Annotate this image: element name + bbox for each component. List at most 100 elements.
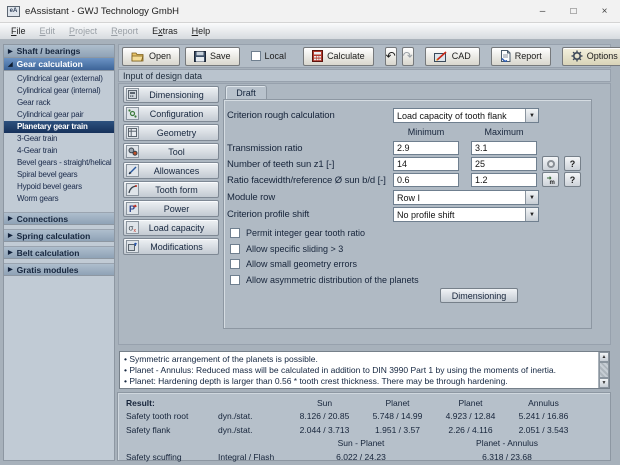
open-folder-icon xyxy=(131,52,144,61)
menu-extras[interactable]: Extras xyxy=(145,25,185,37)
menu-help[interactable]: Help xyxy=(185,25,218,37)
load-capacity-icon: σx xyxy=(126,221,139,234)
pair-col-sun-planet: Sun - Planet xyxy=(337,438,385,449)
permit-integer-ratio-checkbox[interactable] xyxy=(230,228,240,238)
criterion-rough-label: Criterion rough calculation xyxy=(227,110,335,121)
message-scrollbar[interactable]: ▲ ▼ xyxy=(598,352,609,388)
permit-integer-ratio-checkbox-row[interactable]: Permit integer gear tooth ratio xyxy=(230,228,365,238)
asymmetric-distribution-checkbox[interactable] xyxy=(230,275,240,285)
window-controls: – □ × xyxy=(527,0,620,22)
tooth-form-nav-button[interactable]: Tooth form xyxy=(123,181,219,198)
sidebar-item-hypoid-bevel-gears[interactable]: Hypoid bevel gears xyxy=(4,181,114,193)
undo-icon: ↶ xyxy=(385,49,396,63)
criterion-rough-select[interactable]: Load capacity of tooth flank ▼ xyxy=(393,108,539,123)
sidebar: ▶ Shaft / bearings ◢ Gear calculation Cy… xyxy=(3,44,115,461)
section-label: Gear calculation xyxy=(16,59,83,69)
dimensioning-icon xyxy=(126,88,139,101)
specific-sliding-checkbox-row[interactable]: Allow specific sliding > 3 xyxy=(230,244,343,254)
sidebar-item-3-gear-train[interactable]: 3-Gear train xyxy=(4,133,114,145)
sidebar-item-cylindrical-gear-external[interactable]: Cylindrical gear (external) xyxy=(4,73,114,85)
question-icon: ? xyxy=(569,158,576,169)
result-col-annulus: Annulus xyxy=(528,397,559,408)
teeth-sun-max-input[interactable] xyxy=(471,157,537,171)
scroll-up-icon[interactable]: ▲ xyxy=(599,352,609,362)
sidebar-section-connections[interactable]: ▶ Connections xyxy=(4,212,114,225)
sidebar-item-worm-gears[interactable]: Worm gears xyxy=(4,193,114,205)
scrollbar-thumb[interactable] xyxy=(599,362,609,378)
asymmetric-distribution-checkbox-row[interactable]: Allow asymmetric distribution of the pla… xyxy=(230,275,419,285)
gear-lookup-button[interactable] xyxy=(542,156,559,171)
result-panel: Result: Sun Planet Planet Annulus Safety… xyxy=(117,392,611,462)
sidebar-section-belt-calculation[interactable]: ▶ Belt calculation xyxy=(4,246,114,259)
tab-draft[interactable]: Draft xyxy=(225,85,267,100)
safety-tooth-root-row: Safety tooth root dyn./stat. 8.126 / 20.… xyxy=(126,411,569,422)
save-button[interactable]: Save xyxy=(185,46,240,66)
sidebar-item-cylindrical-gear-pair[interactable]: Cylindrical gear pair xyxy=(4,109,114,121)
report-button[interactable]: Report xyxy=(490,46,551,66)
sidebar-section-spring-calculation[interactable]: ▶ Spring calculation xyxy=(4,229,114,242)
facewidth-help-button[interactable]: ? xyxy=(564,172,581,187)
allowances-nav-button[interactable]: Allowances xyxy=(123,162,219,179)
options-button[interactable]: Options xyxy=(561,46,620,66)
facewidth-ratio-max-input[interactable] xyxy=(471,173,537,187)
svg-text:m: m xyxy=(549,180,554,184)
message-box: • Symmetric arrangement of the planets i… xyxy=(119,351,610,389)
teeth-help-button[interactable]: ? xyxy=(564,156,581,171)
sidebar-item-gear-rack[interactable]: Gear rack xyxy=(4,97,114,109)
close-button[interactable]: × xyxy=(589,0,620,22)
geometry-nav-button[interactable]: Geometry xyxy=(123,124,219,141)
transmission-ratio-max-input[interactable] xyxy=(471,141,537,155)
svg-text:x: x xyxy=(133,228,136,232)
sidebar-item-spiral-bevel-gears[interactable]: Spiral bevel gears xyxy=(4,169,114,181)
local-checkbox-row[interactable]: Local xyxy=(245,51,293,61)
sidebar-item-cylindrical-gear-internal[interactable]: Cylindrical gear (internal) xyxy=(4,85,114,97)
teeth-sun-min-input[interactable] xyxy=(393,157,459,171)
dimensioning-nav-button[interactable]: Dimensioning xyxy=(123,86,219,103)
minimize-button[interactable]: – xyxy=(527,0,558,22)
status-text: Input of design data xyxy=(123,70,203,81)
open-button[interactable]: Open xyxy=(122,46,181,66)
menu-file[interactable]: File xyxy=(4,25,33,37)
calculate-button[interactable]: Calculate xyxy=(303,46,374,66)
module-row-select[interactable]: Row I ▼ xyxy=(393,190,539,205)
facewidth-ratio-min-input[interactable] xyxy=(393,173,459,187)
unit-conversion-button[interactable]: m xyxy=(542,172,559,187)
transmission-ratio-min-input[interactable] xyxy=(393,141,459,155)
result-title: Result: xyxy=(126,397,155,408)
power-nav-button[interactable]: P Power xyxy=(123,200,219,217)
chevron-right-icon: ▶ xyxy=(8,267,13,273)
undo-button[interactable]: ↶ xyxy=(384,46,397,66)
maximum-column-header: Maximum xyxy=(484,127,524,137)
local-checkbox[interactable] xyxy=(250,51,261,61)
sidebar-section-gear-calculation[interactable]: ◢ Gear calculation xyxy=(4,58,114,71)
scroll-down-icon[interactable]: ▼ xyxy=(599,378,609,388)
result-header-row: Result: Sun Planet Planet Annulus xyxy=(118,396,610,410)
save-disk-icon xyxy=(194,50,207,62)
sidebar-section-shaft-bearings[interactable]: ▶ Shaft / bearings xyxy=(4,45,114,58)
cad-button[interactable]: CAD xyxy=(424,46,480,66)
menu-bar: File Edit Project Report Extras Help xyxy=(0,23,620,40)
section-label: Shaft / bearings xyxy=(16,46,81,56)
configuration-nav-button[interactable]: Configuration xyxy=(123,105,219,122)
sidebar-item-4-gear-train[interactable]: 4-Gear train xyxy=(4,145,114,157)
power-icon: P xyxy=(126,202,139,215)
redo-button: ↷ xyxy=(401,46,414,66)
calculator-icon xyxy=(312,50,324,62)
load-capacity-nav-button[interactable]: σx Load capacity xyxy=(123,219,219,236)
cad-drawing-icon xyxy=(433,50,447,62)
sidebar-item-planetary-gear-train[interactable]: Planetary gear train xyxy=(4,121,114,133)
sidebar-item-bevel-gears[interactable]: Bevel gears - straight/helical xyxy=(4,157,114,169)
section-label: Belt calculation xyxy=(16,247,80,258)
small-geometry-errors-checkbox[interactable] xyxy=(230,259,240,269)
dimensioning-button[interactable]: Dimensioning xyxy=(440,288,518,303)
modifications-nav-button[interactable]: Modifications xyxy=(123,238,219,255)
specific-sliding-checkbox[interactable] xyxy=(230,244,240,254)
small-geometry-errors-checkbox-row[interactable]: Allow small geometry errors xyxy=(230,259,357,269)
sidebar-section-gratis-modules[interactable]: ▶ Gratis modules xyxy=(4,263,114,276)
tool-nav-button[interactable]: Tool xyxy=(123,143,219,160)
profile-shift-select[interactable]: No profile shift ▼ xyxy=(393,207,539,222)
local-label: Local xyxy=(264,51,287,61)
section-label: Connections xyxy=(16,213,69,224)
maximize-button[interactable]: □ xyxy=(558,0,589,22)
message-line: • Planet - Annulus: Reduced mass will be… xyxy=(124,365,556,375)
